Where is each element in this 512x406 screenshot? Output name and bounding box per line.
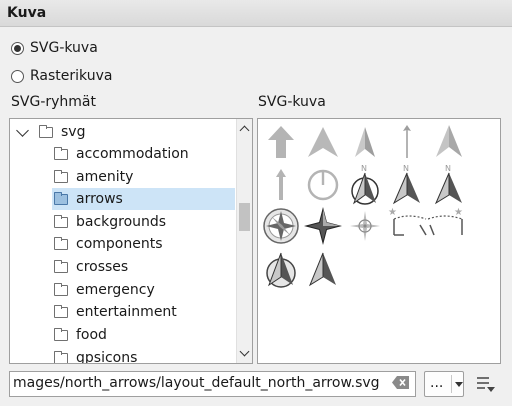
tree-item[interactable]: food xyxy=(54,324,107,346)
n-arrow-alt-icon[interactable]: N xyxy=(428,163,470,205)
tree-item-label: emergency xyxy=(76,282,155,298)
scroll-down-icon[interactable] xyxy=(239,346,250,357)
tree-item-label: accommodation xyxy=(76,146,189,162)
tree-item-label: crosses xyxy=(76,259,129,275)
clear-icon[interactable] xyxy=(392,376,409,389)
tree-item-selected[interactable]: arrows xyxy=(52,188,235,210)
svg-text:N: N xyxy=(403,164,409,173)
compass-rose-icon[interactable] xyxy=(260,205,302,247)
bracket-arrow-alt-icon[interactable]: ★ xyxy=(428,205,470,247)
svg-path-input[interactable]: mages/north_arrows/layout_default_north_… xyxy=(9,371,416,397)
svg-groups-label: SVG-ryhmät xyxy=(11,94,96,110)
simple-up-arrow-icon[interactable] xyxy=(260,163,302,205)
tree-item-label: arrows xyxy=(76,191,123,207)
scroll-thumb[interactable] xyxy=(239,203,250,231)
raster-image-radio-label: Rasterikuva xyxy=(30,68,113,84)
n-arrow-icon[interactable]: N xyxy=(386,163,428,205)
tree-item[interactable]: gpsicons xyxy=(54,347,138,364)
svg-groups-tree[interactable]: svg accommodation amenity arrows backgro… xyxy=(9,118,253,364)
circle-n-arrow-icon[interactable]: N xyxy=(344,163,386,205)
folder-icon xyxy=(54,191,68,205)
folder-icon xyxy=(54,214,68,228)
tree-root-label: svg xyxy=(61,124,86,140)
tree-item[interactable]: emergency xyxy=(54,279,155,301)
thin-north-arrow-icon[interactable] xyxy=(386,121,428,163)
tree-item[interactable]: amenity xyxy=(54,166,133,188)
tree-root-svg[interactable]: svg xyxy=(14,121,85,143)
section-title: Kuva xyxy=(7,5,47,21)
folder-icon xyxy=(54,327,68,341)
browse-button[interactable]: ... xyxy=(424,371,464,397)
tree-item-label: gpsicons xyxy=(76,350,138,364)
tree-item-label: food xyxy=(76,327,107,343)
chevron-down-icon[interactable] xyxy=(16,123,29,137)
half-arrow-icon[interactable] xyxy=(302,247,344,289)
browse-button-label: ... xyxy=(430,375,444,391)
tree-item[interactable]: components xyxy=(54,233,163,255)
triangle-arrow-icon[interactable] xyxy=(302,121,344,163)
four-point-star-icon[interactable] xyxy=(302,205,344,247)
tree-item-label: components xyxy=(76,236,163,252)
folder-icon xyxy=(39,124,53,138)
svg-images-label: SVG-kuva xyxy=(258,94,326,110)
bracket-arrow-icon[interactable]: ★ xyxy=(386,205,428,247)
svg-text:N: N xyxy=(361,164,367,173)
dropdown-arrow-icon[interactable] xyxy=(455,382,463,387)
tree-item[interactable]: crosses xyxy=(54,256,128,278)
crosshair-star-icon[interactable] xyxy=(344,205,386,247)
tree-item-label: amenity xyxy=(76,169,134,185)
tree-item-label: backgrounds xyxy=(76,214,167,230)
svg-text:N: N xyxy=(445,164,451,173)
arrow-up-thick-icon[interactable] xyxy=(260,121,302,163)
tree-item[interactable]: backgrounds xyxy=(54,211,166,233)
raster-image-radio[interactable]: Rasterikuva xyxy=(11,68,112,84)
tall-arrow-icon[interactable] xyxy=(428,121,470,163)
svg-image-radio-label: SVG-kuva xyxy=(30,40,98,56)
svg-text:★: ★ xyxy=(454,207,463,218)
circle-arrow-icon[interactable] xyxy=(260,247,302,289)
folder-icon xyxy=(54,146,68,160)
tree-item[interactable]: accommodation xyxy=(54,143,189,165)
radio-unchecked-icon xyxy=(11,69,24,83)
tree-scrollbar[interactable] xyxy=(236,119,252,363)
svg-image-radio[interactable]: SVG-kuva xyxy=(11,40,98,56)
tree-item[interactable]: entertainment xyxy=(54,301,177,323)
tree-item-label: entertainment xyxy=(76,304,177,320)
section-header: Kuva xyxy=(0,0,512,27)
folder-icon xyxy=(54,350,68,363)
folder-icon xyxy=(54,169,68,183)
sharp-arrow-icon[interactable] xyxy=(344,121,386,163)
svg-text:★: ★ xyxy=(388,207,397,218)
folder-icon xyxy=(54,282,68,296)
folder-icon xyxy=(54,259,68,273)
circle-north-icon[interactable] xyxy=(302,163,344,205)
scroll-up-icon[interactable] xyxy=(239,125,250,136)
svg-image-grid[interactable]: N N N ★ ★ xyxy=(257,118,501,364)
folder-icon xyxy=(54,236,68,250)
data-defined-override-icon[interactable] xyxy=(474,374,496,394)
radio-checked-icon xyxy=(11,41,24,55)
folder-icon xyxy=(54,304,68,318)
button-separator xyxy=(451,375,452,393)
